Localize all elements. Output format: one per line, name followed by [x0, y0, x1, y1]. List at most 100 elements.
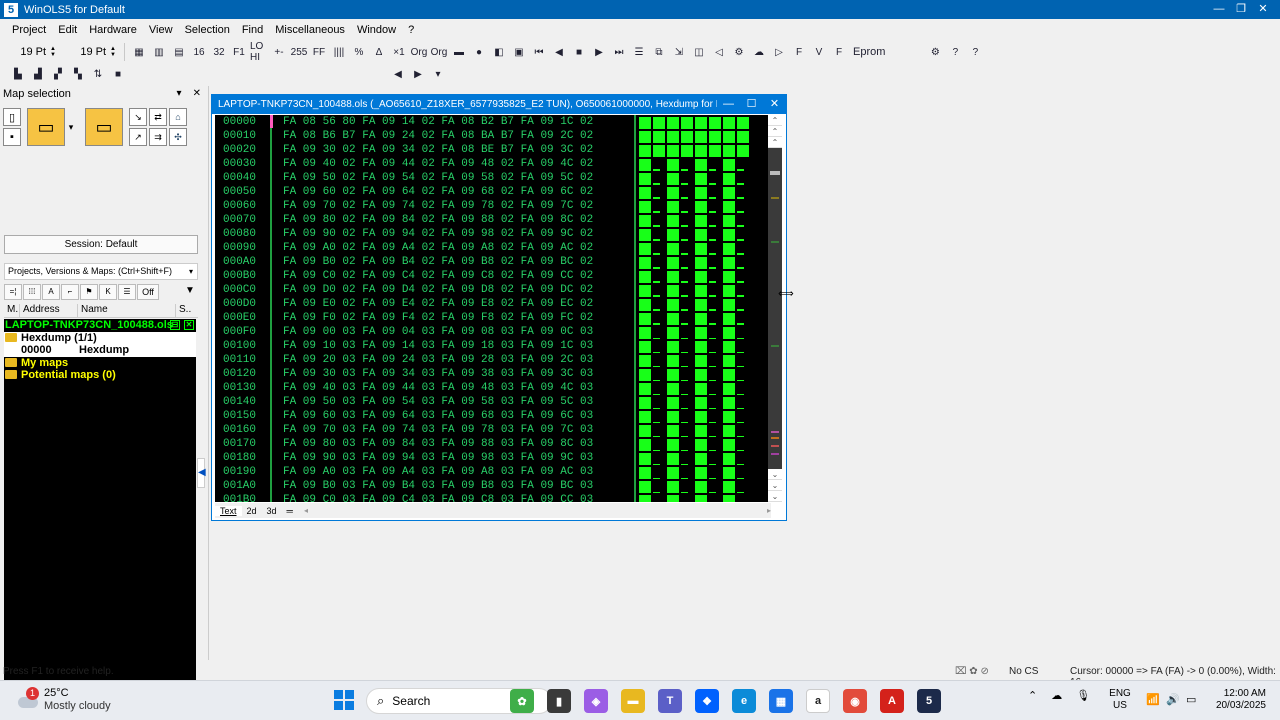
files-app-icon[interactable]: ▮ — [547, 689, 571, 713]
hex-bytes[interactable]: FA 09 50 03 FA 09 54 03 FA 09 58 03 FA 0… — [283, 395, 593, 409]
factor-icon[interactable]: ×1 — [390, 43, 408, 61]
hex-row[interactable]: 00090 FA 09 A0 02 FA 09 A4 02 FA 09 A8 02… — [215, 241, 775, 255]
open-dropdown-icon[interactable]: ▾ — [65, 108, 77, 146]
back-icon[interactable]: ◁ — [710, 43, 728, 61]
collapse-panel-icon[interactable]: ◀ — [197, 458, 206, 488]
clock[interactable]: 12:00 AM 20/03/2025 — [1210, 688, 1266, 712]
amazon-app-icon[interactable]: a — [806, 689, 830, 713]
hex-row[interactable]: 00170 FA 09 80 03 FA 09 84 03 FA 09 88 03… — [215, 437, 775, 451]
menu-item-edit[interactable]: Edit — [52, 24, 83, 36]
hex-row[interactable]: 00160 FA 09 70 03 FA 09 74 03 FA 09 78 03… — [215, 423, 775, 437]
forward-icon[interactable]: ▷ — [770, 43, 788, 61]
first-icon[interactable]: ⏮ — [530, 43, 548, 61]
hex-bytes[interactable]: FA 09 D0 02 FA 09 D4 02 FA 09 D8 02 FA 0… — [283, 283, 593, 297]
scroll-page-up-icon[interactable]: ⌃ — [768, 126, 782, 137]
search-map-icon[interactable]: ⧉ — [650, 43, 668, 61]
merge-icon[interactable]: ⇉ — [149, 128, 167, 146]
winols-app-icon[interactable]: 5 — [917, 689, 941, 713]
hex-row[interactable]: 000D0 FA 09 E0 02 FA 09 E4 02 FA 09 E8 02… — [215, 297, 775, 311]
original-icon[interactable]: Org — [410, 43, 428, 61]
plugin-icon[interactable]: ✣ — [169, 128, 187, 146]
hex-row[interactable]: 00060 FA 09 70 02 FA 09 74 02 FA 09 78 02… — [215, 199, 775, 213]
hex-row[interactable]: 00190 FA 09 A0 03 FA 09 A4 03 FA 09 A8 03… — [215, 465, 775, 479]
volume-icon[interactable]: 🔊 — [1166, 693, 1180, 706]
col-address[interactable]: Address — [20, 304, 78, 317]
scroll-page-down-icon[interactable]: ⌄ — [768, 480, 782, 491]
v-icon[interactable]: V — [810, 43, 828, 61]
close-button[interactable]: ✕ — [1252, 0, 1274, 19]
grid-16-icon[interactable]: 16 — [190, 43, 208, 61]
checksum-icon[interactable]: ● — [470, 43, 488, 61]
hex-bytes[interactable]: FA 09 30 03 FA 09 34 03 FA 09 38 03 FA 0… — [283, 367, 593, 381]
grid-32-icon[interactable]: 32 — [210, 43, 228, 61]
hex-row[interactable]: 00100 FA 09 10 03 FA 09 14 03 FA 09 18 03… — [215, 339, 775, 353]
store-app-icon[interactable]: ▦ — [769, 689, 793, 713]
hex-bytes[interactable]: FA 09 90 03 FA 09 94 03 FA 09 98 03 FA 0… — [283, 451, 593, 465]
close-icon[interactable]: ✕ — [184, 320, 194, 330]
hex-bytes[interactable]: FA 09 70 03 FA 09 74 03 FA 09 78 03 FA 0… — [283, 423, 593, 437]
microphone-icon[interactable]: 🎙 — [1076, 689, 1090, 702]
tools-icon[interactable]: ⚙ — [926, 43, 944, 61]
hex-row[interactable]: 00010 FA 08 B6 B7 FA 09 24 02 FA 08 BA B7… — [215, 129, 775, 143]
filter-list-icon[interactable]: ☰ — [118, 284, 136, 300]
help-icon[interactable]: ? — [946, 43, 964, 61]
spin-icon[interactable]: ▲ ▼ — [110, 46, 116, 58]
nav-drop-icon[interactable]: ▾ — [429, 65, 447, 83]
hex-bytes[interactable]: FA 09 90 02 FA 09 94 02 FA 09 98 02 FA 0… — [283, 227, 593, 241]
window-icon[interactable]: ◧ — [490, 43, 508, 61]
scroll-bottom-icon[interactable]: ⌄ — [768, 491, 782, 502]
context-help-icon[interactable]: ? — [966, 43, 984, 61]
copilot-app-icon[interactable]: ◈ — [584, 689, 608, 713]
last-icon[interactable]: ⏭ — [610, 43, 628, 61]
menu-item-miscellaneous[interactable]: Miscellaneous — [269, 24, 351, 36]
restore-button[interactable]: ❐ — [1230, 0, 1252, 19]
hex-bytes[interactable]: FA 09 F0 02 FA 09 F4 02 FA 09 F8 02 FA 0… — [283, 311, 593, 325]
new-project-icon[interactable]: ▯ — [3, 108, 21, 126]
hex-bytes[interactable]: FA 08 B6 B7 FA 09 24 02 FA 08 BA B7 FA 0… — [283, 129, 593, 143]
expand-icon[interactable]: ⊟ — [170, 320, 180, 330]
horizontal-scrollbar[interactable]: ◂ ▸ — [304, 504, 771, 517]
hex-row[interactable]: 00040 FA 09 50 02 FA 09 54 02 FA 09 58 02… — [215, 171, 775, 185]
map-chart-icon[interactable]: ▙ — [9, 65, 27, 83]
hex-row[interactable]: 000A0 FA 09 B0 02 FA 09 B4 02 FA 09 B8 02… — [215, 255, 775, 269]
hex-row[interactable]: 001B0 FA 09 C0 03 FA 09 C4 03 FA 09 C8 03… — [215, 493, 775, 502]
map-3d-icon[interactable]: ▟ — [29, 65, 47, 83]
filter-dropdown-icon[interactable]: ▼ — [183, 284, 197, 300]
dec-icon[interactable]: 255 — [290, 43, 308, 61]
hex-row[interactable]: 00050 FA 09 60 02 FA 09 64 02 FA 09 68 02… — [215, 185, 775, 199]
f-green-icon[interactable]: F — [830, 43, 848, 61]
columns-icon[interactable]: ▥ — [150, 43, 168, 61]
tab-split[interactable]: ═ — [282, 506, 298, 516]
tree-hexdump-entry[interactable]: 00000 Hexdump — [4, 344, 196, 357]
export-icon[interactable]: ⇲ — [670, 43, 688, 61]
import-icon[interactable]: ↘ — [129, 108, 147, 126]
swap-icon[interactable]: ⇅ — [89, 65, 107, 83]
hex-bytes[interactable]: FA 09 70 02 FA 09 74 02 FA 09 78 02 FA 0… — [283, 199, 593, 213]
col-name[interactable]: Name — [78, 304, 176, 317]
grid-8-icon[interactable]: ▤ — [170, 43, 188, 61]
filter-type-icon[interactable]: =¦ — [4, 284, 22, 300]
save-icon[interactable]: ▪ — [3, 128, 21, 146]
hex-bytes[interactable]: FA 09 30 02 FA 09 34 02 FA 08 BE B7 FA 0… — [283, 143, 593, 157]
edge-app-icon[interactable]: e — [732, 689, 756, 713]
filter-range-icon[interactable]: ⌐ — [61, 284, 79, 300]
filter-flag-icon[interactable]: ⚑ — [80, 284, 98, 300]
open-recent-icon[interactable]: ▭ — [85, 108, 123, 146]
hexdump-title-bar[interactable]: LAPTOP-TNKP73CN_100488.ols (_AO65610_Z18… — [212, 95, 786, 114]
bits-icon[interactable]: |||| — [330, 43, 348, 61]
diff-org-icon[interactable]: Org — [430, 43, 448, 61]
chrome-app-icon[interactable]: ◉ — [843, 689, 867, 713]
explorer-app-icon[interactable]: ▬ — [621, 689, 645, 713]
filter-kk-icon[interactable]: K — [99, 284, 117, 300]
tab-2d[interactable]: 2d — [242, 506, 262, 516]
eprom-label[interactable]: Eprom — [853, 46, 885, 58]
open-folder-icon[interactable]: ▭ — [27, 108, 65, 146]
scroll-left-icon[interactable]: ◂ — [304, 506, 308, 515]
scroll-top-icon[interactable]: ⌃ — [768, 115, 782, 126]
hex-bytes[interactable]: FA 09 A0 03 FA 09 A4 03 FA 09 A8 03 FA 0… — [283, 465, 593, 479]
panel-close-icon[interactable]: ✕ — [193, 88, 201, 99]
hex-row[interactable]: 000C0 FA 09 D0 02 FA 09 D4 02 FA 09 D8 02… — [215, 283, 775, 297]
menu-item-hardware[interactable]: Hardware — [83, 24, 143, 36]
hex-row[interactable]: 00070 FA 09 80 02 FA 09 84 02 FA 09 88 02… — [215, 213, 775, 227]
menu-item-selection[interactable]: Selection — [179, 24, 236, 36]
